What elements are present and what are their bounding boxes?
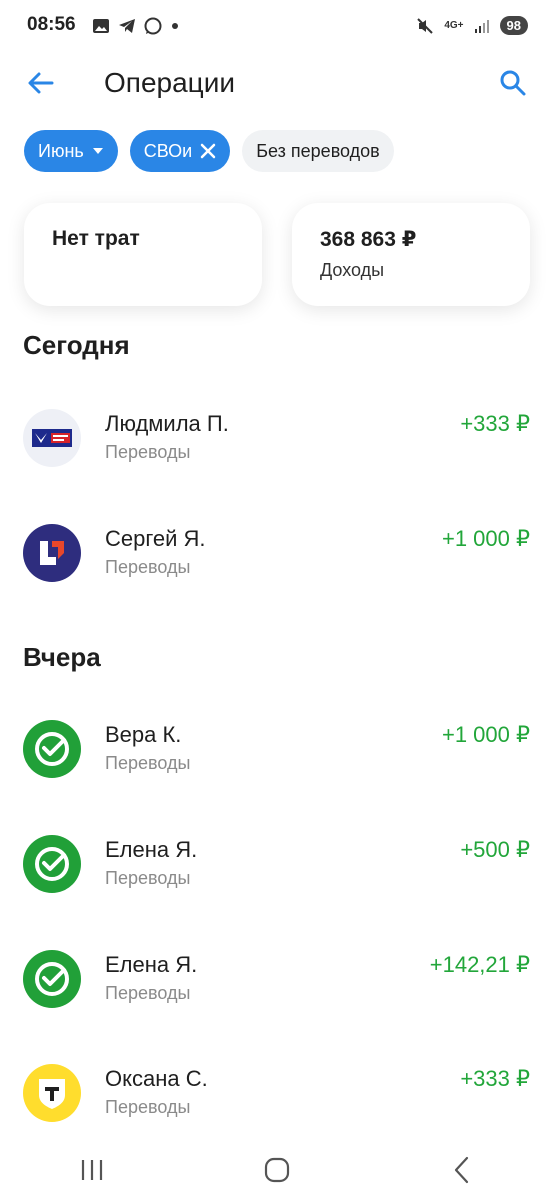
- whatsapp-icon: [144, 17, 162, 35]
- transaction-category: Переводы: [105, 557, 191, 577]
- telegram-icon: [119, 19, 135, 33]
- income-label: Доходы: [320, 260, 385, 280]
- spending-label: Нет трат: [52, 227, 140, 250]
- dropdown-triangle-icon: [92, 147, 104, 155]
- income-card[interactable]: 368 863 ₽ Доходы: [292, 203, 530, 306]
- status-system-icons: 4G+ 98: [416, 16, 528, 35]
- back-nav-button[interactable]: [432, 1148, 492, 1192]
- page-title: Операции: [104, 67, 235, 98]
- spending-card[interactable]: Нет трат: [24, 203, 262, 306]
- transaction-amount: +1 000 ₽: [441, 526, 530, 551]
- transaction-amount: +1 000 ₽: [441, 722, 530, 747]
- system-navigation-bar: [0, 1140, 554, 1200]
- transaction-category: Переводы: [105, 442, 191, 462]
- dot-icon: [172, 23, 178, 29]
- tbank-icon: [23, 1064, 81, 1122]
- sber-icon: [23, 720, 81, 778]
- transaction-name: Вера К.: [105, 722, 182, 747]
- transaction-name: Сергей Я.: [105, 526, 206, 551]
- transaction-name: Оксана С.: [105, 1066, 208, 1091]
- transaction-amount: +333 ₽: [460, 1066, 530, 1091]
- mute-icon: [417, 17, 434, 34]
- pochta-bank-icon: [23, 409, 81, 467]
- transaction-row[interactable]: Людмила П. Переводы +333 ₽: [0, 409, 554, 489]
- status-time: 08:56: [27, 14, 76, 35]
- without-transfers-label: Без переводов: [256, 140, 380, 161]
- without-transfers-chip[interactable]: Без переводов: [242, 130, 394, 172]
- sber-icon: [23, 835, 81, 893]
- transaction-category: Переводы: [105, 983, 191, 1003]
- search-icon: [500, 70, 526, 96]
- month-filter-chip[interactable]: Июнь: [24, 130, 118, 172]
- tag-filter-label: СВОи: [143, 140, 193, 161]
- bank-logo-icon: [23, 524, 81, 582]
- recent-apps-icon: [82, 1160, 103, 1180]
- transaction-row[interactable]: Елена Я. Переводы +142,21 ₽: [0, 950, 554, 1030]
- home-icon: [264, 1157, 290, 1183]
- gallery-icon: [93, 19, 109, 33]
- transaction-row[interactable]: Оксана С. Переводы +333 ₽: [0, 1064, 554, 1144]
- status-notification-icons: [92, 17, 180, 35]
- transaction-row[interactable]: Елена Я. Переводы +500 ₽: [0, 835, 554, 915]
- transaction-name: Елена Я.: [105, 837, 198, 862]
- chevron-left-icon: [454, 1156, 468, 1184]
- back-button[interactable]: [26, 68, 56, 98]
- transaction-category: Переводы: [105, 753, 191, 773]
- transaction-category: Переводы: [105, 1097, 191, 1117]
- transaction-category: Переводы: [105, 868, 191, 888]
- section-yesterday: Вчера: [23, 642, 101, 672]
- transaction-amount: +500 ₽: [460, 837, 530, 862]
- arrow-left-icon: [28, 72, 54, 94]
- close-icon[interactable]: [200, 143, 216, 159]
- filter-chips: Июнь СВОи Без переводов: [24, 130, 394, 172]
- network-type: 4G+: [444, 20, 464, 31]
- transaction-amount: +333 ₽: [460, 411, 530, 436]
- transaction-row[interactable]: Вера К. Переводы +1 000 ₽: [0, 720, 554, 800]
- sber-icon: [23, 950, 81, 1008]
- month-filter-label: Июнь: [38, 140, 84, 161]
- recent-apps-button[interactable]: [62, 1148, 122, 1192]
- signal-icon: [474, 19, 489, 33]
- income-amount: 368 863 ₽: [320, 228, 417, 251]
- home-button[interactable]: [247, 1148, 307, 1192]
- battery-indicator: 98: [499, 16, 528, 35]
- transaction-amount: +142,21 ₽: [429, 952, 530, 977]
- tag-filter-chip[interactable]: СВОи: [129, 130, 231, 172]
- transaction-name: Елена Я.: [105, 952, 198, 977]
- transaction-row[interactable]: Сергей Я. Переводы +1 000 ₽: [0, 524, 554, 604]
- transaction-name: Людмила П.: [105, 411, 229, 436]
- search-button[interactable]: [498, 68, 528, 98]
- section-today: Сегодня: [23, 330, 130, 360]
